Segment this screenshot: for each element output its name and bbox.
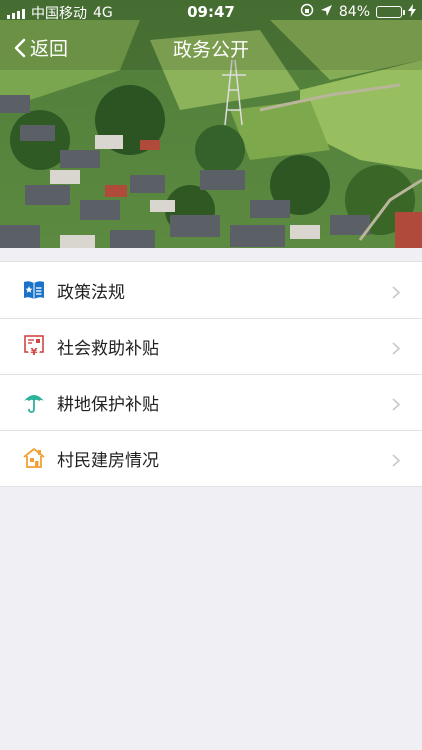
chevron-right-icon: [392, 452, 401, 471]
chevron-left-icon: [14, 38, 26, 58]
menu-item-label: 社会救助补贴: [57, 338, 159, 359]
menu-item-villager-housing[interactable]: 村民建房情况: [0, 430, 422, 486]
rotation-lock-icon: [300, 3, 314, 21]
menu-item-label: 村民建房情况: [57, 450, 159, 471]
menu-item-policy[interactable]: 政策法规: [0, 262, 422, 318]
menu-list: 政策法规 ¥ 社会救助补贴 耕地保护补贴 村民建房情况: [0, 261, 422, 487]
policy-book-icon: [23, 279, 45, 301]
chevron-right-icon: [392, 340, 401, 359]
navigation-bar: 返回 政务公开: [0, 26, 422, 70]
menu-item-label: 耕地保护补贴: [57, 394, 159, 415]
back-button[interactable]: 返回: [14, 34, 68, 61]
battery-icon: [376, 6, 405, 18]
yuan-document-icon: ¥: [23, 335, 45, 357]
menu-item-farmland-protection[interactable]: 耕地保护补贴: [0, 374, 422, 430]
battery-percent: 84%: [338, 4, 370, 20]
svg-text:¥: ¥: [31, 347, 38, 357]
umbrella-icon: [23, 391, 45, 413]
status-bar: 中国移动 4G 09:47 84%: [0, 0, 422, 24]
menu-item-label: 政策法规: [57, 282, 125, 303]
location-arrow-icon: [320, 4, 333, 21]
back-label: 返回: [30, 38, 69, 60]
house-icon: [23, 447, 45, 469]
chevron-right-icon: [392, 396, 401, 415]
charging-bolt-icon: [408, 3, 416, 21]
menu-item-social-assistance[interactable]: ¥ 社会救助补贴: [0, 318, 422, 374]
chevron-right-icon: [392, 284, 401, 303]
